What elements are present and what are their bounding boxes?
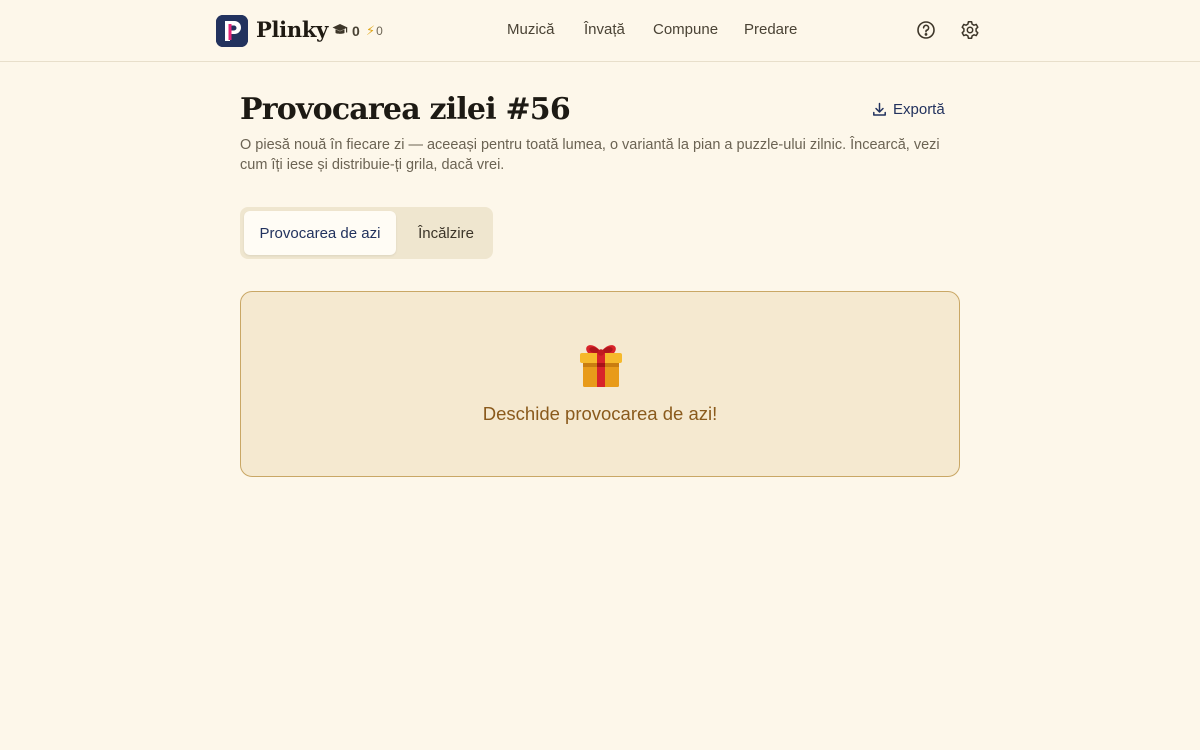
export-label: Exportă — [893, 100, 945, 118]
gear-icon[interactable] — [960, 20, 980, 40]
export-button[interactable]: Exportă — [866, 96, 951, 122]
help-circle-icon[interactable] — [916, 20, 936, 40]
tab-incalzire[interactable]: Încălzire — [402, 211, 490, 255]
nav-item-invata[interactable]: Învață — [584, 21, 625, 38]
page-title: Provocarea zilei #56 — [240, 92, 571, 127]
nav-item-predare[interactable]: Predare — [744, 21, 797, 38]
open-challenge-card[interactable]: Deschide provocarea de azi! — [240, 291, 960, 477]
gift-icon — [574, 338, 628, 392]
top-navigation-bar: Plinky 0 ⚡ 0 Muzică Învață Compune Preda… — [0, 0, 1200, 62]
challenge-tabs: Provocarea de azi Încălzire — [240, 207, 493, 259]
nav-item-compune[interactable]: Compune — [653, 21, 718, 38]
tab-provocarea-de-azi[interactable]: Provocarea de azi — [244, 211, 396, 255]
main-nav: Muzică Învață Compune Predare — [0, 21, 1200, 41]
nav-item-muzica[interactable]: Muzică — [507, 21, 555, 38]
page-description: O piesă nouă în fiecare zi — aceeași pen… — [240, 137, 940, 173]
download-icon — [872, 102, 887, 117]
open-challenge-label: Deschide provocarea de azi! — [482, 403, 718, 424]
